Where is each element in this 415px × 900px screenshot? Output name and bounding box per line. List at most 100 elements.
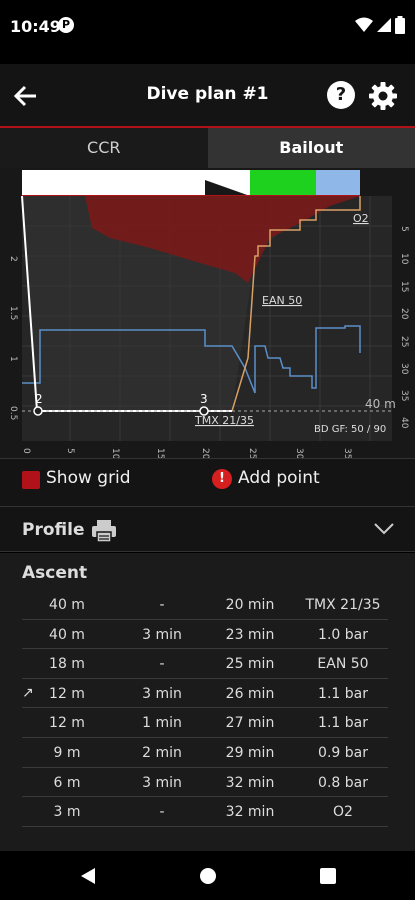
- runtime-cell: 23 min: [225, 626, 275, 643]
- runtime-cell: 27 min: [225, 715, 275, 732]
- wifi-icon: [355, 17, 373, 32]
- table-row: 40 m 3 min 23 min 1.0 bar: [22, 620, 388, 650]
- bottom-tick: 0: [21, 448, 31, 454]
- table-row: 12 m 1 min 27 min 1.1 bar: [22, 708, 388, 738]
- gas-cell: 1.0 bar: [318, 626, 368, 643]
- app-bar: Dive plan #1 ?: [0, 64, 415, 126]
- depth-cell: 18 m: [49, 656, 85, 673]
- ascent-title: Ascent: [22, 563, 88, 583]
- printer-icon[interactable]: [91, 519, 117, 543]
- depth-cell: 40 m: [49, 626, 85, 643]
- app-notification-icon: P: [58, 17, 74, 33]
- right-tick: 15: [399, 281, 409, 292]
- stop-cell: 1 min: [142, 715, 182, 732]
- dive-profile-chart[interactable]: 2 3 40 m O2 EAN 50 TMX 21/35 BD GF: 50 /…: [0, 168, 415, 458]
- nav-recents-icon[interactable]: [319, 867, 337, 885]
- nav-home-icon[interactable]: [199, 867, 217, 885]
- gas-cell: EAN 50: [317, 656, 369, 673]
- waypoint-label-3: 3: [200, 392, 208, 406]
- depth-cell: 12 m: [49, 715, 85, 732]
- right-tick: 10: [399, 253, 409, 265]
- bottom-tick: 5: [65, 448, 75, 454]
- bottom-tick: 30: [294, 448, 304, 458]
- plan-tabs: CCR Bailout: [0, 126, 415, 168]
- left-tick: 1: [8, 356, 18, 362]
- gas-cell: O2: [333, 804, 353, 821]
- gas-band-tmx: [22, 170, 205, 196]
- status-bar: 10:49 P: [0, 0, 415, 64]
- depth-cell: 3 m: [53, 804, 81, 821]
- gas-cell: 1.1 bar: [318, 685, 368, 702]
- depth-cell: 6 m: [53, 774, 81, 791]
- left-tick: 2: [8, 256, 18, 262]
- gf-label: BD GF: 50 / 90: [314, 424, 386, 435]
- tab-bailout[interactable]: Bailout: [207, 128, 415, 168]
- gas-label-ean50: EAN 50: [262, 294, 302, 307]
- right-tick: 20: [399, 308, 409, 320]
- depth-marker-label: 40 m: [365, 397, 396, 411]
- gas-label-tmx: TMX 21/35: [194, 414, 254, 427]
- table-row: 3 m - 32 min O2: [22, 797, 388, 827]
- stop-cell: -: [159, 597, 165, 613]
- status-icons: [355, 16, 405, 34]
- profile-section-header[interactable]: Profile: [0, 506, 415, 552]
- table-row: ↗ 12 m3 min 26 min 1.1 bar: [22, 679, 388, 709]
- right-tick: 40: [399, 417, 409, 429]
- table-row: 18 m - 25 min EAN 50: [22, 649, 388, 679]
- bottom-tick: 25: [247, 448, 257, 458]
- show-grid-label[interactable]: Show grid: [46, 468, 131, 488]
- runtime-cell: 20 min: [225, 597, 275, 613]
- depth-cell: 12 m: [49, 685, 85, 702]
- status-time: 10:49: [10, 17, 61, 36]
- system-nav-bar: [0, 851, 415, 900]
- ascent-section: Ascent 40 m - 20 min TMX 21/35 40 m 3 min 23 …: [0, 553, 415, 851]
- battery-icon: [395, 16, 405, 34]
- bottom-tick: 10: [110, 448, 120, 458]
- stop-cell: 2 min: [142, 744, 182, 761]
- profile-title: Profile: [22, 520, 85, 540]
- stop-cell: -: [159, 804, 165, 821]
- nav-back-icon[interactable]: [79, 867, 97, 885]
- runtime-cell: 32 min: [225, 774, 275, 791]
- stop-cell: 3 min: [142, 685, 182, 702]
- ascent-table: 40 m - 20 min TMX 21/35 40 m 3 min 23 min 1.0 …: [22, 590, 388, 827]
- runtime-cell: 26 min: [225, 685, 275, 702]
- right-tick: 5: [399, 226, 409, 232]
- gas-band-ean50: [250, 170, 316, 196]
- table-row: 9 m 2 min 29 min 0.9 bar: [22, 738, 388, 768]
- table-row: 6 m 3 min 32 min 0.8 bar: [22, 768, 388, 798]
- stop-cell: 3 min: [142, 626, 182, 643]
- stop-cell: -: [159, 656, 165, 673]
- help-icon[interactable]: ?: [327, 81, 355, 109]
- bottom-tick: 35: [342, 448, 352, 458]
- show-grid-checkbox[interactable]: [22, 471, 40, 489]
- table-row: 40 m - 20 min TMX 21/35: [22, 590, 388, 620]
- gas-label-o2: O2: [353, 212, 369, 225]
- left-tick: 1.5: [8, 306, 18, 320]
- gear-icon[interactable]: [368, 81, 398, 111]
- chevron-down-icon[interactable]: [373, 522, 395, 536]
- right-tick: 30: [399, 363, 409, 375]
- right-tick: 25: [399, 336, 409, 347]
- runtime-cell: 32 min: [225, 804, 275, 821]
- gas-cell: 0.8 bar: [318, 774, 368, 791]
- waypoint-label-2: 2: [35, 392, 43, 406]
- depth-cell: 40 m: [49, 597, 85, 613]
- signal-icon: [377, 18, 391, 32]
- gas-band-o2: [316, 170, 360, 196]
- left-tick: 0.5: [8, 406, 18, 420]
- add-point-label[interactable]: Add point: [238, 468, 320, 488]
- tab-ccr[interactable]: CCR: [0, 128, 208, 168]
- stop-cell: 3 min: [142, 774, 182, 791]
- waypoint-2[interactable]: [33, 406, 43, 416]
- gas-cell: TMX 21/35: [305, 597, 381, 613]
- bottom-tick: 15: [155, 448, 165, 458]
- depth-cell: 9 m: [53, 744, 81, 761]
- gas-cell: 1.1 bar: [318, 715, 368, 732]
- runtime-cell: 29 min: [225, 744, 275, 761]
- right-tick: 35: [399, 390, 409, 401]
- runtime-cell: 25 min: [225, 656, 275, 673]
- bottom-tick: 20: [200, 448, 210, 458]
- add-point-icon[interactable]: !: [212, 469, 232, 489]
- gas-cell: 0.9 bar: [318, 744, 368, 761]
